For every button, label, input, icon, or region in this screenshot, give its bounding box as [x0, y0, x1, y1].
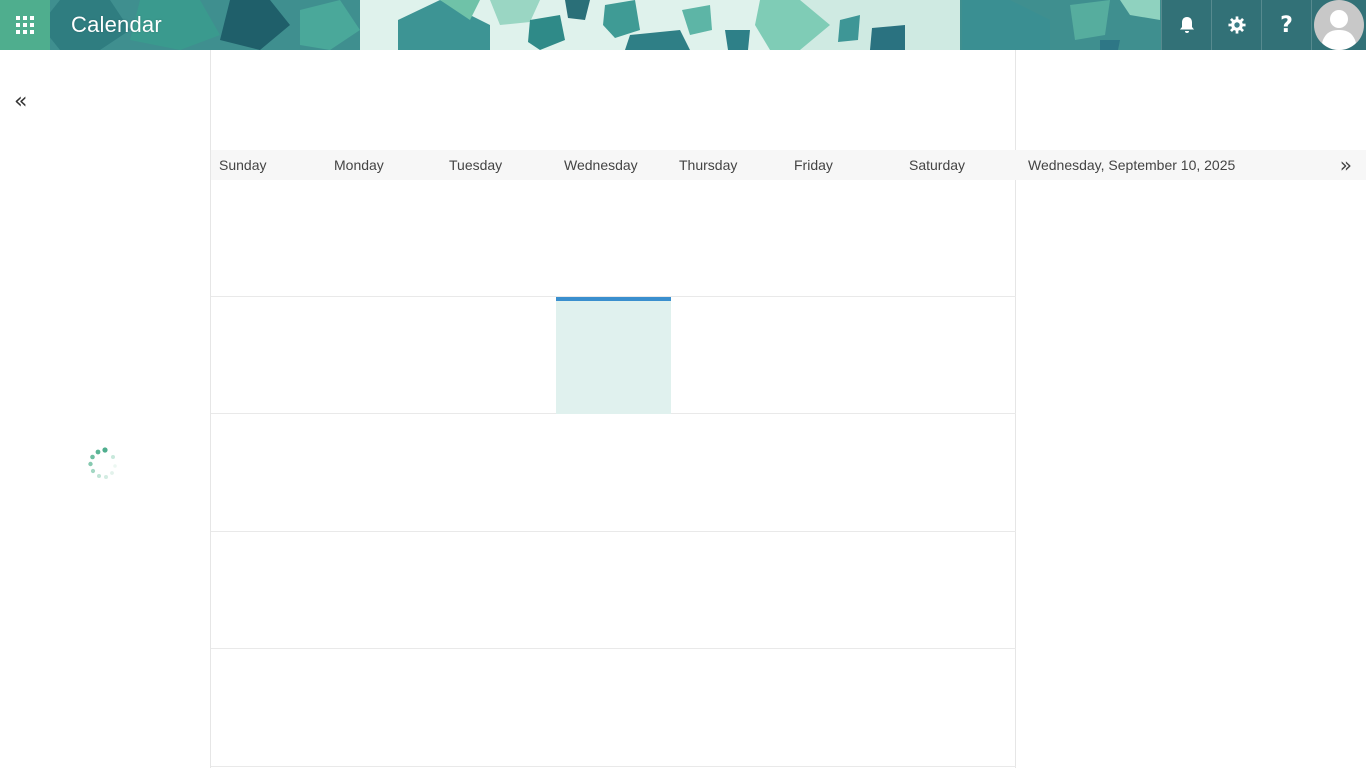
- month-calendar: Sunday Monday Tuesday Wednesday Thursday…: [210, 50, 1016, 768]
- week-row[interactable]: [211, 415, 1016, 532]
- gear-icon: [1227, 16, 1246, 34]
- help-icon: ?: [1280, 12, 1293, 38]
- agenda-panel: Wednesday, September 10, 2025 »: [1016, 50, 1366, 768]
- weekday-saturday: Saturday: [909, 157, 966, 173]
- week-row[interactable]: [211, 180, 1016, 297]
- calendar-weeks: [211, 180, 1016, 768]
- settings-button[interactable]: [1211, 0, 1261, 50]
- user-avatar-icon: [1314, 0, 1364, 50]
- user-avatar-button[interactable]: [1311, 0, 1366, 50]
- calendar-toolbar: [211, 50, 1017, 150]
- bell-icon: [1179, 17, 1194, 33]
- top-bar: Calendar ?: [0, 0, 1366, 50]
- notifications-button[interactable]: [1161, 0, 1211, 50]
- selected-date: Wednesday, September 10, 2025: [1028, 157, 1236, 173]
- weekday-monday: Monday: [334, 157, 384, 173]
- spinner-icon: [88, 447, 117, 479]
- weekday-wednesday: Wednesday: [564, 157, 638, 173]
- weekday-thursday: Thursday: [679, 157, 738, 173]
- expand-panel-button[interactable]: »: [1340, 153, 1352, 177]
- agenda-header: Wednesday, September 10, 2025 »: [1016, 150, 1366, 180]
- app-launcher-button[interactable]: [0, 0, 50, 50]
- weekday-friday: Friday: [794, 157, 833, 173]
- week-row[interactable]: [211, 532, 1016, 649]
- today-cell[interactable]: [556, 297, 671, 414]
- app-title[interactable]: Calendar: [71, 12, 162, 38]
- app-launcher-icon: [16, 16, 34, 34]
- week-row[interactable]: [211, 650, 1016, 767]
- weekday-tuesday: Tuesday: [449, 157, 503, 173]
- collapse-sidebar-button[interactable]: «: [14, 91, 36, 114]
- left-rail: «: [0, 50, 210, 768]
- weekday-sunday: Sunday: [219, 157, 267, 173]
- weekday-header: Sunday Monday Tuesday Wednesday Thursday…: [211, 150, 1016, 180]
- help-button[interactable]: ?: [1261, 0, 1311, 50]
